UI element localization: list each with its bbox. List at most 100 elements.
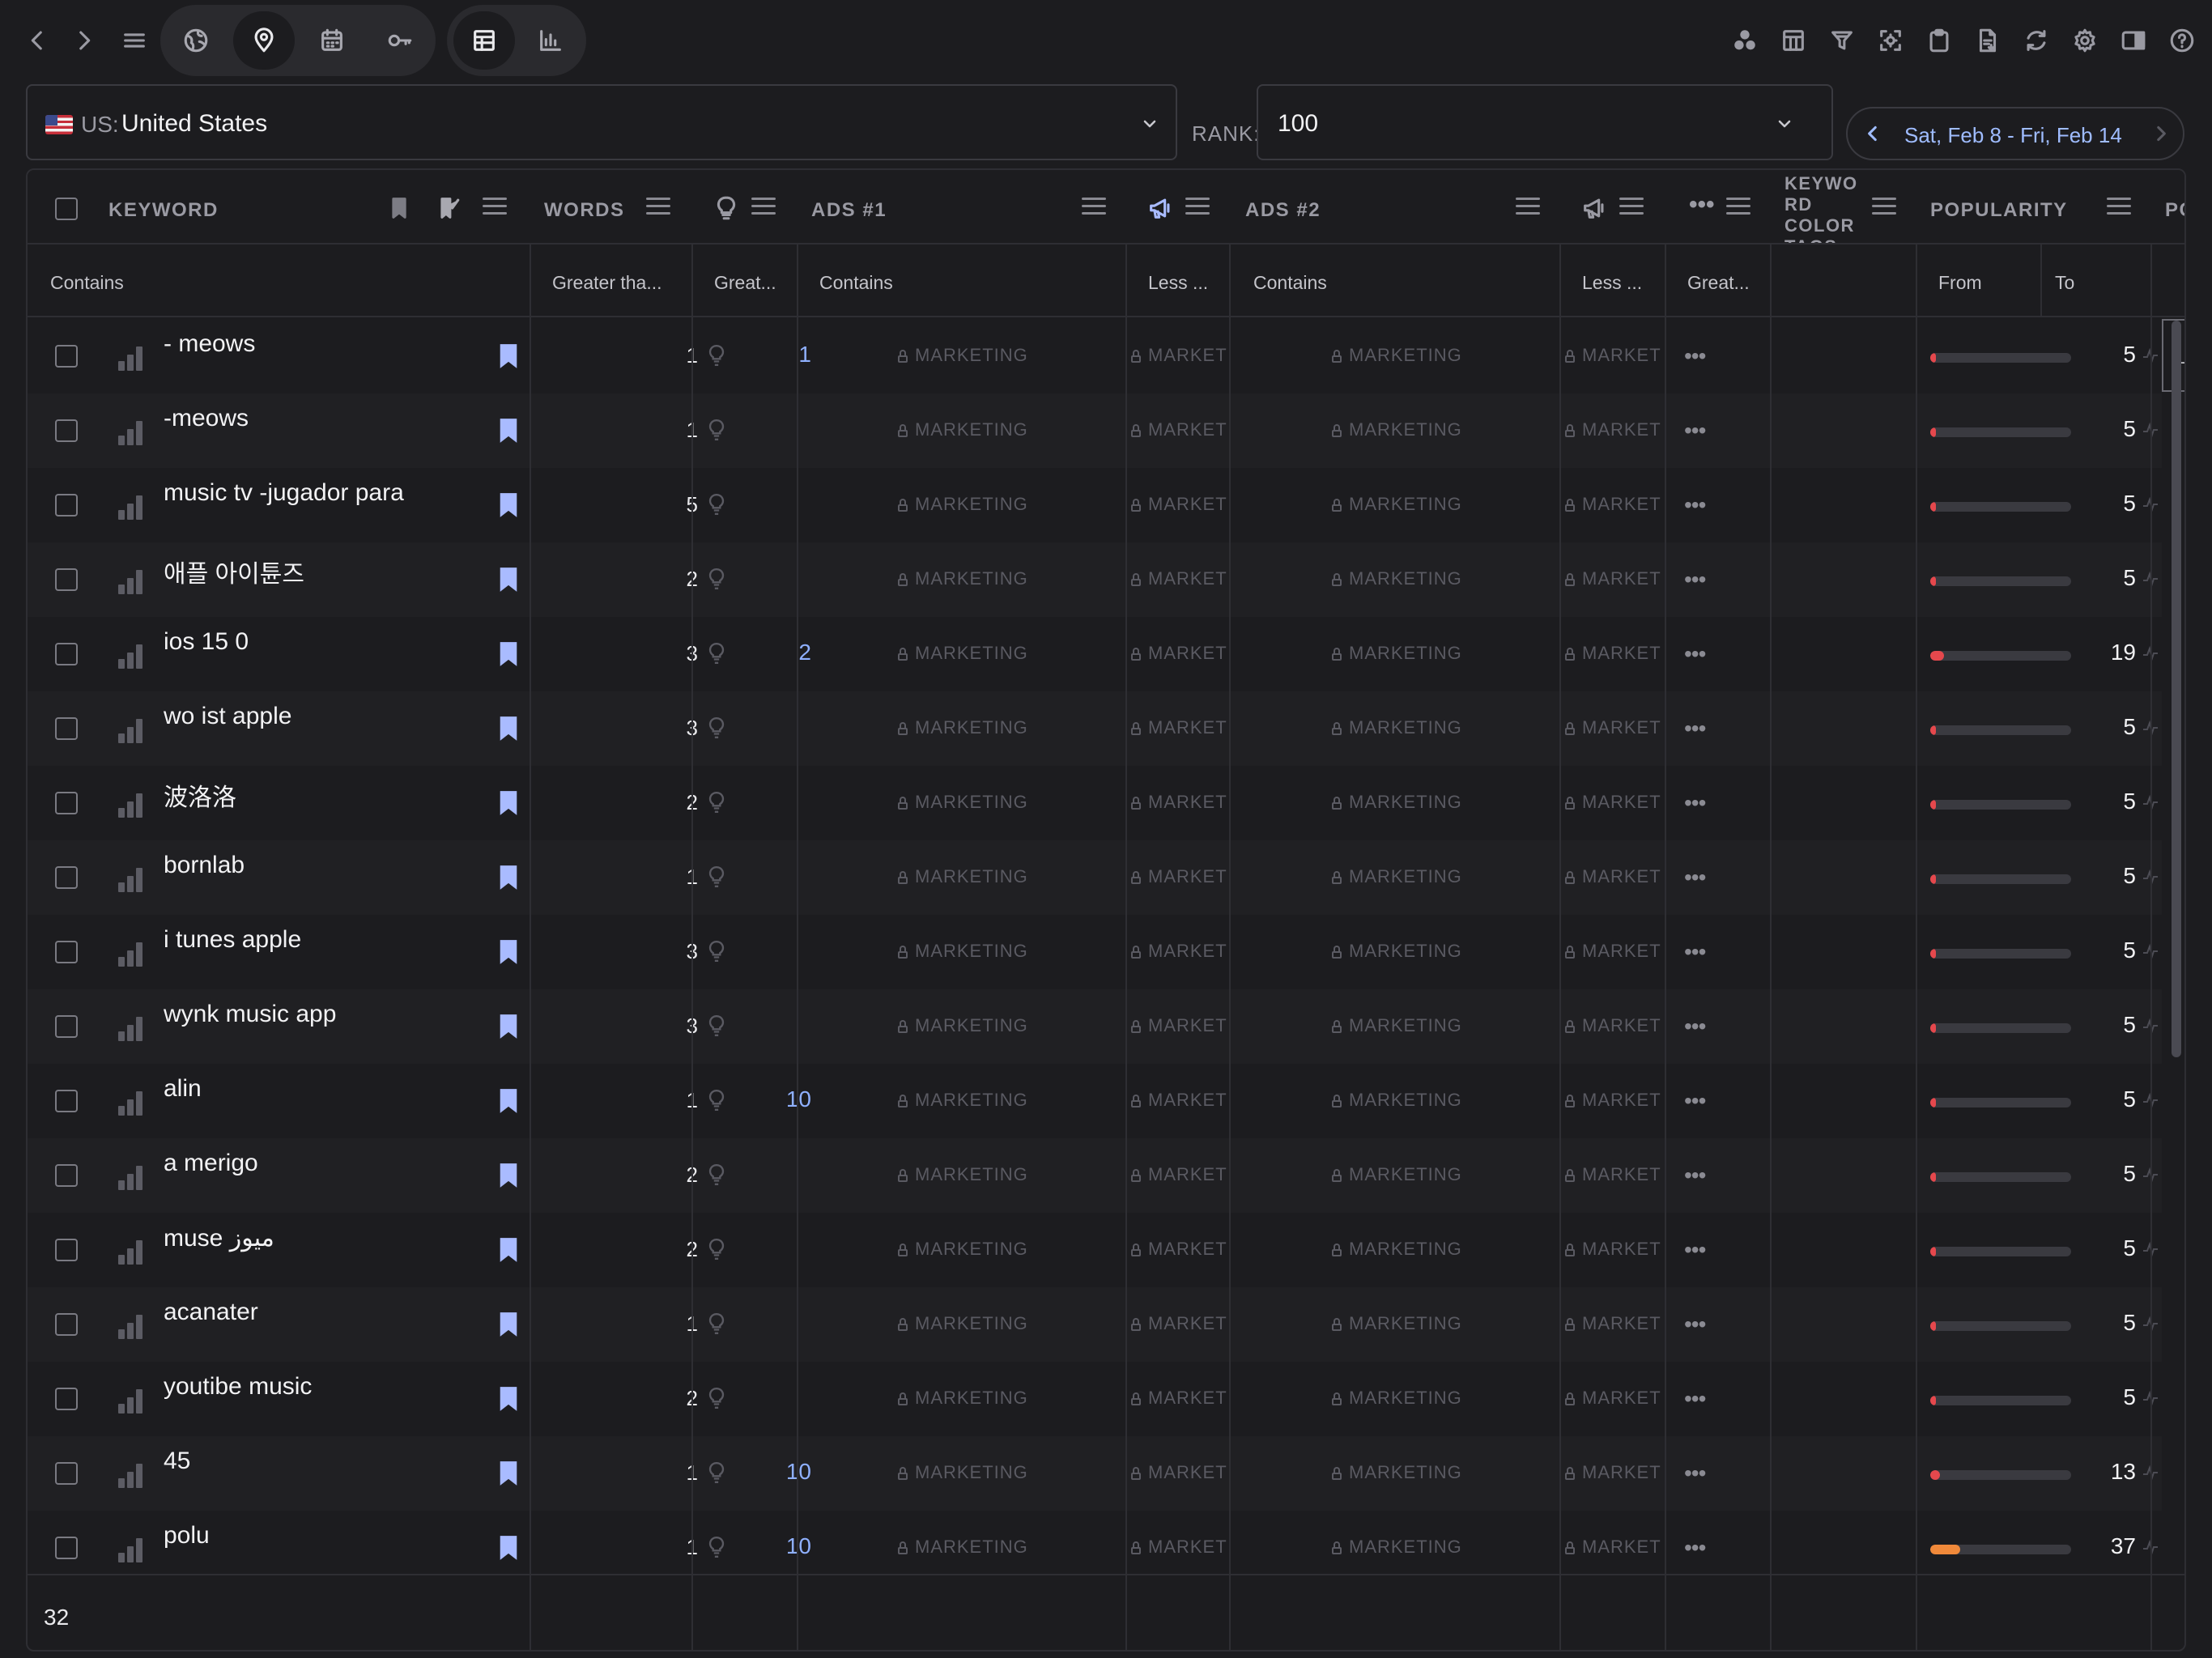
more-options-icon[interactable]: ••• xyxy=(1684,865,1706,891)
column-menu-icon[interactable] xyxy=(1726,198,1750,217)
keyword-text[interactable]: acanater xyxy=(164,1299,258,1326)
keyword-text[interactable]: -meows xyxy=(164,405,249,432)
ads2-locked[interactable]: MARKETING xyxy=(1331,1388,1462,1409)
ads2-icon-locked[interactable]: MARKET xyxy=(1564,643,1661,664)
next-column-header[interactable]: PC xyxy=(2165,199,2184,222)
more-options-icon[interactable]: ••• xyxy=(1684,1535,1706,1561)
suggestion-count[interactable]: 2 xyxy=(730,640,811,665)
ads2-locked[interactable]: MARKETING xyxy=(1331,1090,1462,1111)
ads2-locked[interactable]: MARKETING xyxy=(1331,1015,1462,1036)
bookmark-icon[interactable] xyxy=(497,492,520,518)
ads1-locked[interactable]: MARKETING xyxy=(897,1462,1028,1483)
table-row[interactable]: - meows 1 1 MARKETING MARKET MARKETING MARKET •… xyxy=(28,319,2162,393)
ads2-icon-locked[interactable]: MARKET xyxy=(1564,1090,1661,1111)
table-row[interactable]: 45 1 10 MARKETING MARKET MARKETING MARKET ••• 13 xyxy=(28,1436,2162,1511)
table-row[interactable]: muse ميوز 2 MARKETING MARKET MARKETING MARKET… xyxy=(28,1213,2162,1287)
ads1-icon-locked[interactable]: MARKET xyxy=(1130,1462,1227,1483)
keyword-text[interactable]: ios 15 0 xyxy=(164,628,249,656)
bookmark-icon[interactable] xyxy=(497,1460,520,1486)
ads2-locked[interactable]: MARKETING xyxy=(1331,568,1462,589)
lightbulb-icon[interactable] xyxy=(706,1163,727,1187)
cluster-icon[interactable] xyxy=(1731,27,1759,54)
refresh-icon[interactable] xyxy=(2023,27,2050,54)
calendar-icon[interactable] xyxy=(301,11,363,70)
back-arrow-icon[interactable] xyxy=(23,26,52,55)
megaphone-icon[interactable] xyxy=(1146,194,1174,222)
ads2-icon-locked[interactable]: MARKET xyxy=(1564,717,1661,738)
more-options-icon[interactable]: ••• xyxy=(1684,343,1706,369)
bookmark-icon[interactable] xyxy=(497,939,520,965)
more-options-icon[interactable]: ••• xyxy=(1684,641,1706,667)
ads2-icon-locked[interactable]: MARKET xyxy=(1564,1164,1661,1185)
lightbulb-icon[interactable] xyxy=(706,418,727,442)
words-column-header[interactable]: WORDS xyxy=(544,199,625,222)
ads2-locked[interactable]: MARKETING xyxy=(1331,1164,1462,1185)
previous-week-icon[interactable] xyxy=(1862,123,1883,144)
row-checkbox[interactable] xyxy=(55,792,78,814)
lightbulb-icon[interactable] xyxy=(706,492,727,517)
lightbulb-icon[interactable] xyxy=(706,1386,727,1410)
table-row[interactable]: wynk music app 3 MARKETING MARKET MARKETING M… xyxy=(28,989,2162,1064)
bookmark-icon[interactable] xyxy=(497,1312,520,1337)
ads1-icon-locked[interactable]: MARKET xyxy=(1130,643,1227,664)
location-pin-icon[interactable] xyxy=(233,11,295,70)
more-options-icon[interactable]: ••• xyxy=(1684,567,1706,593)
popularity-column-header[interactable]: POPULARITY xyxy=(1930,199,2068,222)
row-checkbox[interactable] xyxy=(55,1015,78,1038)
row-checkbox[interactable] xyxy=(55,1388,78,1410)
ads1-icon-locked[interactable]: MARKET xyxy=(1130,717,1227,738)
ads2-icon-locked[interactable]: MARKET xyxy=(1564,345,1661,366)
bookmark-icon[interactable] xyxy=(497,567,520,593)
ads1-icon-locked[interactable]: MARKET xyxy=(1130,1239,1227,1260)
column-menu-icon[interactable] xyxy=(1516,198,1540,217)
row-checkbox[interactable] xyxy=(55,643,78,665)
ads1-locked[interactable]: MARKETING xyxy=(897,643,1028,664)
more-options-icon[interactable]: ••• xyxy=(1684,1312,1706,1337)
row-checkbox[interactable] xyxy=(55,1537,78,1559)
table-row[interactable]: 波洛洛 2 MARKETING MARKET MARKETING MARKET ••• 5 xyxy=(28,766,2162,840)
table-row[interactable]: -meows 1 MARKETING MARKET MARKETING MARKET •••… xyxy=(28,393,2162,468)
bookmark-icon[interactable] xyxy=(497,1014,520,1039)
lightbulb-icon[interactable] xyxy=(706,939,727,963)
words-filter[interactable]: Greater tha... xyxy=(552,272,662,294)
help-icon[interactable] xyxy=(2168,27,2196,54)
row-checkbox[interactable] xyxy=(55,1313,78,1336)
ads1-icon-locked[interactable]: MARKET xyxy=(1130,866,1227,887)
select-all-checkbox[interactable] xyxy=(55,198,78,220)
keyword-text[interactable]: muse ميوز xyxy=(164,1224,274,1252)
row-checkbox[interactable] xyxy=(55,345,78,368)
ads2-icon-locked[interactable]: MARKET xyxy=(1564,1239,1661,1260)
ads1-icon-locked[interactable]: MARKET xyxy=(1130,419,1227,440)
more-options-icon[interactable]: ••• xyxy=(1684,492,1706,518)
keyword-text[interactable]: alin xyxy=(164,1075,202,1103)
suggestion-count[interactable]: 10 xyxy=(730,1533,811,1559)
more-options-icon[interactable]: ••• xyxy=(1684,1014,1706,1039)
ads2-locked[interactable]: MARKETING xyxy=(1331,717,1462,738)
forward-arrow-icon[interactable] xyxy=(70,26,99,55)
bookmark-icon[interactable] xyxy=(497,716,520,742)
ads1-locked[interactable]: MARKETING xyxy=(897,866,1028,887)
bookmark-icon[interactable] xyxy=(497,343,520,369)
keyword-text[interactable]: youtibe music xyxy=(164,1373,312,1401)
ads2-locked[interactable]: MARKETING xyxy=(1331,1537,1462,1558)
ads2-locked[interactable]: MARKETING xyxy=(1331,345,1462,366)
ads1-icon-locked[interactable]: MARKET xyxy=(1130,1388,1227,1409)
focus-scan-icon[interactable] xyxy=(1877,27,1904,54)
ads1-locked[interactable]: MARKETING xyxy=(897,792,1028,813)
table-row[interactable]: music tv -jugador para 5 MARKETING MARKET MA… xyxy=(28,468,2162,542)
more-options-icon[interactable]: ••• xyxy=(1684,1163,1706,1188)
suggestion-count[interactable]: 10 xyxy=(730,1086,811,1112)
keyword-column-header[interactable]: KEYWORD xyxy=(108,199,219,222)
lightbulb-icon[interactable] xyxy=(706,790,727,814)
ads1-icon-locked[interactable]: MARKET xyxy=(1130,792,1227,813)
ads2-filter[interactable]: Contains xyxy=(1253,272,1327,294)
table-row[interactable]: bornlab 1 MARKETING MARKET MARKETING MARKET ••… xyxy=(28,840,2162,915)
ads1-locked[interactable]: MARKETING xyxy=(897,1239,1028,1260)
table-row[interactable]: alin 1 10 MARKETING MARKET MARKETING MARKET •••… xyxy=(28,1064,2162,1138)
lightbulb-icon[interactable] xyxy=(713,194,740,222)
ads1-icon-locked[interactable]: MARKET xyxy=(1130,494,1227,515)
table-row[interactable]: youtibe music 2 MARKETING MARKET MARKETING MA… xyxy=(28,1362,2162,1436)
column-menu-icon[interactable] xyxy=(1619,198,1644,217)
ads2-column-header[interactable]: ADS #2 xyxy=(1245,199,1321,222)
ads2-locked[interactable]: MARKETING xyxy=(1331,1462,1462,1483)
